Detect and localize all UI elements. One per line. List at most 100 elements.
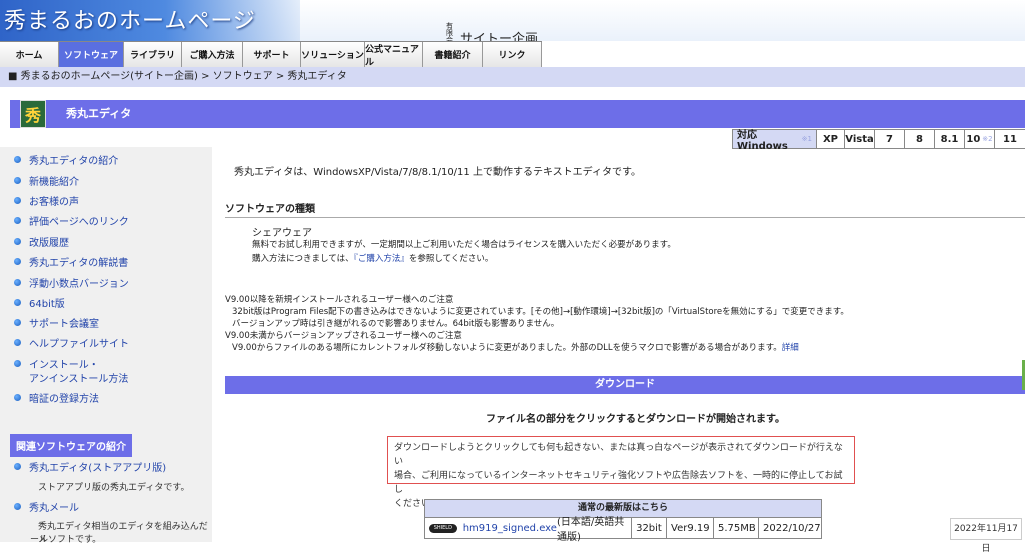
- kind-divider: [225, 217, 1025, 218]
- sidebar-item-label: ヘルプファイルサイト: [29, 339, 129, 350]
- compat-head-note[interactable]: ※1: [802, 135, 812, 143]
- download-row: SHIELD hm919_signed.exe (日本語/英語共通版) 32bi…: [425, 517, 821, 543]
- sidebar: 秀丸エディタの紹介 新機能紹介お客様の声評価ページへのリンク 改版履歴秀丸エディタの…: [0, 147, 212, 545]
- related-item-label: 秀丸エディタ(ストアアプリ版): [29, 463, 167, 474]
- company-prefix: 有限会社: [446, 22, 453, 42]
- sidebar-item-label: 評価ページへのリンク: [29, 217, 129, 228]
- bullet-icon: [14, 360, 21, 367]
- bullet-icon: [14, 156, 21, 163]
- main-content: 秀丸エディタは、WindowsXP/Vista/7/8/8.1/10/11 上で…: [212, 147, 1025, 543]
- compat-version-label: 8: [916, 133, 923, 145]
- bullet-icon: [14, 299, 21, 306]
- date-badge: 2022年11月17日: [950, 518, 1022, 554]
- compat-version-label: XP: [822, 133, 839, 145]
- notice2-line1: V9.00からファイルのある場所にカレントフォルダ移動しないように変更がありまし…: [232, 341, 799, 353]
- section-banner: 秀 秀丸エディタ: [10, 100, 1025, 128]
- nav-item-4[interactable]: サポート: [243, 42, 301, 67]
- bullet-icon: [14, 177, 21, 184]
- sidebar-item-2[interactable]: お客様の声: [14, 193, 79, 208]
- notice1-line1: 32bit版はProgram Files配下の書き込みはできないように変更されて…: [232, 307, 849, 317]
- kind-line2: 購入方法につきましては、『ご購入方法』を参照してください。: [252, 252, 493, 264]
- kind-line1: 無料でお試し利用できますが、一定期間以上ご利用いただく場合はライセンスを購入いた…: [252, 240, 676, 250]
- related-item-1[interactable]: 秀丸メール: [14, 499, 79, 514]
- compat-version-label: 8.1: [940, 133, 959, 145]
- related-item-0[interactable]: 秀丸エディタ(ストアアプリ版): [14, 459, 166, 474]
- sidebar-item-label: 新機能紹介: [29, 177, 79, 188]
- file-cell: SHIELD hm919_signed.exe (日本語/英語共通版): [425, 517, 633, 543]
- sidebar-item-9[interactable]: ヘルプファイルサイト: [14, 335, 129, 350]
- compat-version-6: 11: [995, 130, 1025, 148]
- kind-line2-post: を参照してください。: [408, 254, 494, 264]
- sidebar-item-5[interactable]: 秀丸エディタの解説書: [14, 254, 128, 269]
- windows-compat-table: 対応 Windows ※1 XP Vista 7 8 8.1 10 ※2 11: [732, 129, 1025, 152]
- download-warning-box: ダウンロードしようとクリックしても何も起きない、または真っ白なページが表示されて…: [387, 436, 855, 509]
- download-table: 通常の最新版はこちら SHIELD hm919_signed.exe (日本語/…: [424, 499, 822, 543]
- kind-heading: ソフトウェアの種類: [225, 204, 315, 215]
- sidebar-item-label: 64bit版: [29, 299, 65, 310]
- nav-item-5[interactable]: ソリューション: [301, 42, 365, 67]
- related-item-label: 秀丸メール: [29, 503, 79, 514]
- details-link[interactable]: 詳細: [782, 343, 799, 353]
- notice2-title: V9.00未満からバージョンアップされるユーザー様へのご注意: [225, 331, 462, 341]
- compat-version-1: Vista: [845, 130, 875, 148]
- related-item-desc: ストアアプリ版の秀丸エディタです。: [38, 483, 190, 493]
- compat-version-2: 7: [875, 130, 905, 148]
- bullet-icon: [14, 258, 21, 265]
- file-lang: (日本語/英語共通版): [556, 517, 625, 543]
- compat-version-label: 7: [886, 133, 893, 145]
- sidebar-item-4[interactable]: 改版履歴: [14, 234, 69, 249]
- breadcrumb: ■ 秀まるおのホームページ(サイトー企画) > ソフトウェア > 秀丸エディタ: [0, 67, 1025, 87]
- sidebar-item-3[interactable]: 評価ページへのリンク: [14, 213, 129, 228]
- bullet-icon: [14, 503, 21, 510]
- compat-version-label: 11: [1003, 133, 1017, 145]
- bullet-icon: [14, 394, 21, 401]
- sidebar-item-label: サポート会議室: [29, 319, 99, 330]
- sidebar-item-11[interactable]: アンインストール方法: [14, 370, 128, 385]
- file-date: 2022/10/27: [763, 522, 821, 534]
- shield-icon: SHIELD: [429, 523, 457, 533]
- sidebar-item-label: お客様の声: [29, 197, 79, 208]
- nav-item-2[interactable]: ライブラリ: [124, 42, 182, 67]
- sidebar-item-10[interactable]: インストール・: [14, 356, 99, 371]
- nav-item-8[interactable]: リンク: [483, 42, 542, 67]
- compat-version-4: 8.1: [935, 130, 965, 148]
- sidebar-item-label: インストール・: [29, 360, 99, 371]
- nav-item-7[interactable]: 書籍紹介: [423, 42, 483, 67]
- nav-item-1[interactable]: ソフトウェア: [59, 42, 124, 67]
- download-instruction: ファイル名の部分をクリックするとダウンロードが開始されます。: [486, 414, 785, 425]
- bullet-icon: [14, 197, 21, 204]
- bullet-icon: [14, 238, 21, 245]
- sidebar-item-label: 改版履歴: [29, 238, 69, 249]
- sidebar-item-label: 秀丸エディタの解説書: [29, 258, 129, 269]
- sidebar-item-label: 浮動小数点バージョン: [29, 279, 129, 290]
- sidebar-item-7[interactable]: 64bit版: [14, 295, 65, 310]
- bullet-icon: [14, 279, 21, 286]
- notice1-title: V9.00以降を新規インストールされるユーザー様へのご注意: [225, 295, 454, 305]
- bullet-icon: [14, 217, 21, 224]
- sidebar-item-0[interactable]: 秀丸エディタの紹介: [14, 152, 118, 167]
- sidebar-item-12[interactable]: 暗証の登録方法: [14, 390, 99, 405]
- nav-item-3[interactable]: ご購入方法: [182, 42, 243, 67]
- file-version: Ver9.19: [667, 518, 714, 538]
- main-nav: ホーム ソフトウェア ライブラリ ご購入方法 サポート ソリューション 公式マニュアル 書籍紹…: [0, 41, 542, 68]
- company-logo: 有限会社 サイトー企画: [446, 22, 538, 42]
- sidebar-item-label: 秀丸エディタの紹介: [29, 156, 119, 167]
- sidebar-item-label: アンインストール方法: [29, 374, 129, 385]
- hidemaru-logo-icon: 秀: [20, 100, 46, 128]
- related-software-heading: 関連ソフトウェアの紹介: [10, 434, 132, 457]
- nav-item-0[interactable]: ホーム: [0, 42, 59, 67]
- warning-line1: ダウンロードしようとクリックしても何も起きない、または真っ白なページが表示されて…: [394, 443, 843, 467]
- download-file-link[interactable]: hm919_signed.exe: [463, 523, 557, 534]
- compat-version-label: 10: [966, 133, 981, 145]
- warning-line2: 場合、ご利用になっているインターネットセキュリティ強化ソフトや広告除去ソフトを、…: [394, 471, 843, 495]
- site-title[interactable]: 秀まるおのホームページ: [4, 3, 256, 35]
- compat-version-note[interactable]: ※2: [982, 135, 992, 143]
- kind-name: シェアウェア: [252, 228, 312, 239]
- intro-text: 秀丸エディタは、WindowsXP/Vista/7/8/8.1/10/11 上で…: [234, 167, 641, 178]
- purchase-method-link[interactable]: 『ご購入方法』: [354, 254, 409, 264]
- sidebar-item-6[interactable]: 浮動小数点バージョン: [14, 275, 129, 290]
- sidebar-item-8[interactable]: サポート会議室: [14, 315, 99, 330]
- file-size: 5.75MB: [714, 518, 759, 538]
- nav-item-6[interactable]: 公式マニュアル: [365, 42, 423, 68]
- sidebar-item-1[interactable]: 新機能紹介: [14, 173, 79, 188]
